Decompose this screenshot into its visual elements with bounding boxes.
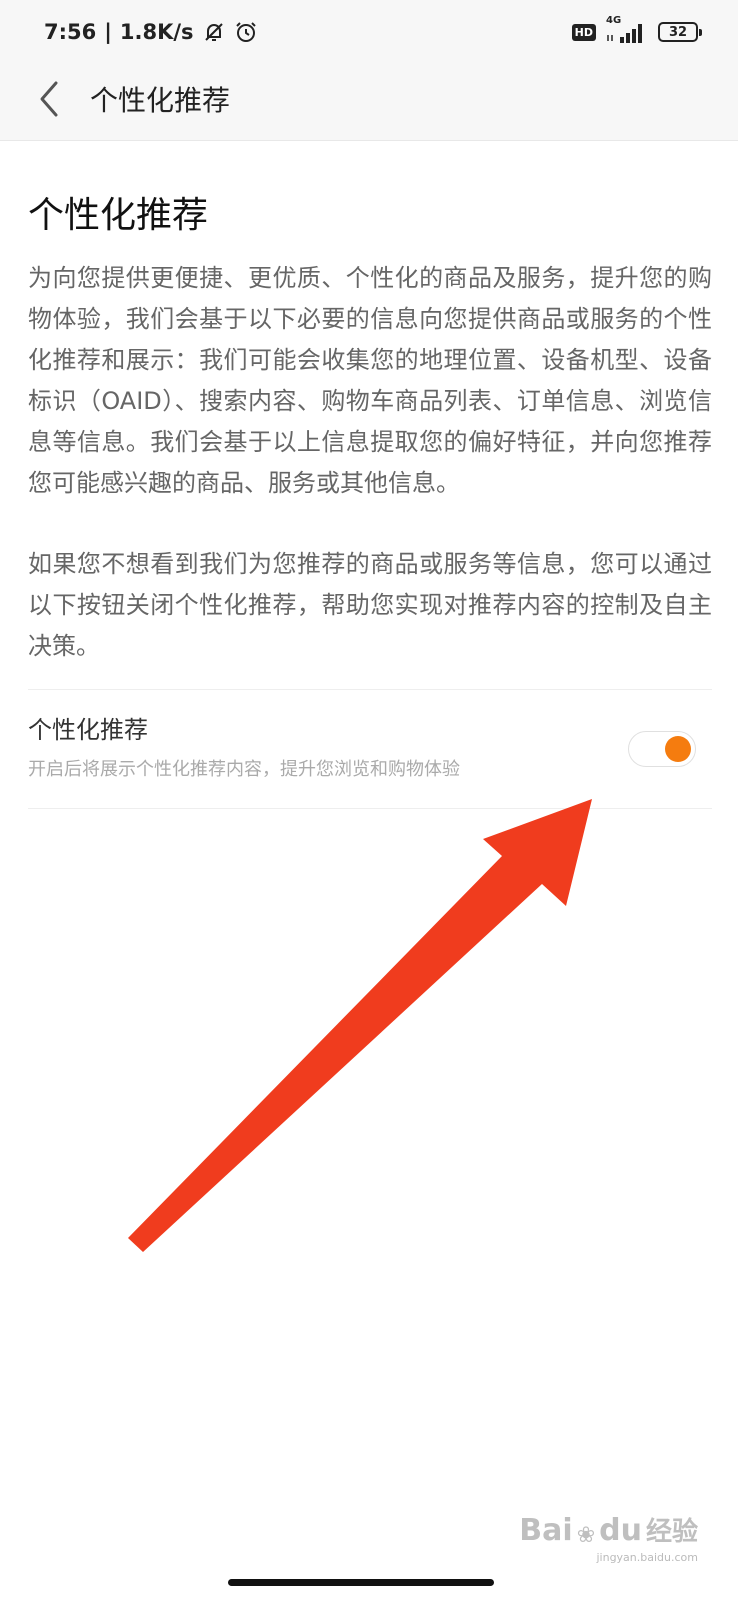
hd-badge: HD xyxy=(571,23,596,41)
status-speed: 1.8K/s xyxy=(119,20,194,44)
watermark-brand-2: du xyxy=(599,1513,642,1548)
setting-row-personalized: 个性化推荐 开启后将展示个性化推荐内容，提升您浏览和购物体验 xyxy=(28,690,712,808)
battery-icon: 32 xyxy=(658,22,702,42)
status-time: 7:56 xyxy=(44,20,97,44)
description-paragraph-2: 如果您不想看到我们为您推荐的商品或服务等信息，您可以通过以下按钮关闭个性化推荐，… xyxy=(28,550,712,660)
alarm-icon xyxy=(234,20,258,44)
status-bar: 7:56 | 1.8K/s HD 4G 32 xyxy=(0,0,738,62)
status-left: 7:56 | 1.8K/s xyxy=(44,18,258,46)
page-title: 个性化推荐 xyxy=(28,195,209,236)
home-indicator[interactable] xyxy=(228,1579,494,1586)
personalized-toggle[interactable] xyxy=(628,731,696,767)
toggle-knob xyxy=(665,736,691,762)
status-right: HD 4G 32 xyxy=(571,15,702,46)
watermark-brand-cn: 经验 xyxy=(645,1517,698,1547)
battery-level: 32 xyxy=(668,24,688,40)
nav-title: 个性化推荐 xyxy=(90,84,231,117)
divider-bottom xyxy=(28,808,712,809)
bell-muted-icon xyxy=(202,20,226,44)
status-separator: | xyxy=(104,20,112,44)
setting-description: 开启后将展示个性化推荐内容，提升您浏览和购物体验 xyxy=(28,759,460,780)
description-paragraph-1: 为向您提供更便捷、更优质、个性化的商品及服务，提升您的购物体验，我们会基于以下必… xyxy=(28,264,712,497)
watermark-brand: Bai xyxy=(519,1513,573,1548)
watermark-url: jingyan.baidu.com xyxy=(596,1551,698,1564)
chevron-left-icon xyxy=(40,81,58,117)
paw-icon: ❀ xyxy=(576,1523,596,1548)
signal-icon: 4G xyxy=(606,15,648,45)
main-content: 个性化推荐 为向您提供更便捷、更优质、个性化的商品及服务，提升您的购物体验，我们… xyxy=(28,140,712,809)
setting-label: 个性化推荐 xyxy=(28,716,148,744)
back-button[interactable] xyxy=(24,74,74,124)
watermark-logo: Bai ❀ du 经验 xyxy=(519,1511,698,1548)
nav-bar: 个性化推荐 xyxy=(0,62,738,141)
